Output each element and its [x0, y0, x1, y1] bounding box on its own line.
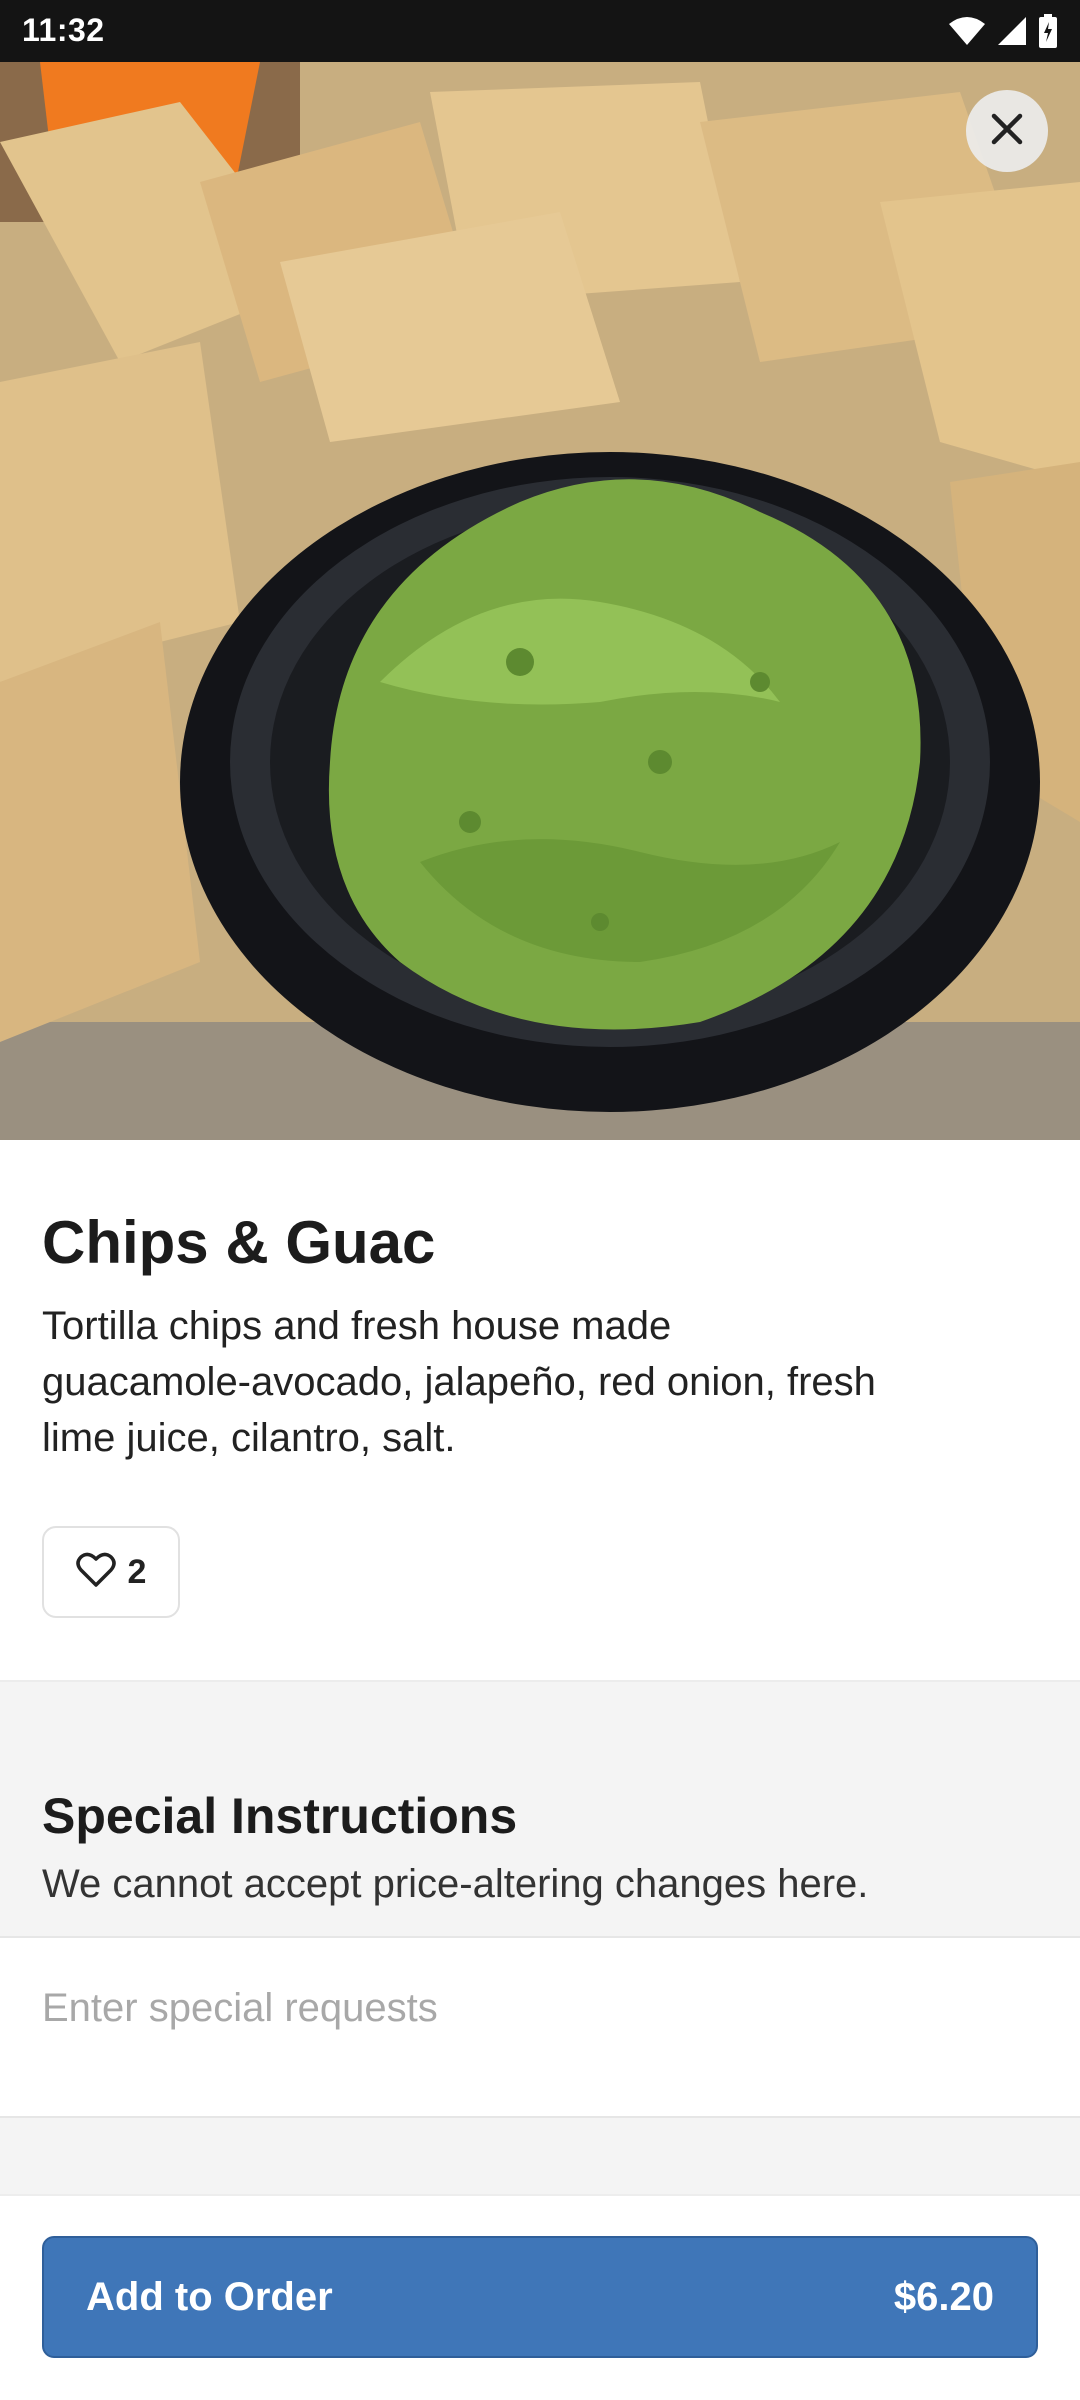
like-button[interactable]: 2: [42, 1526, 180, 1618]
special-instructions-note: We cannot accept price-altering changes …: [42, 1862, 869, 1906]
add-to-order-label: Add to Order: [86, 2274, 333, 2319]
wifi-icon: [948, 16, 986, 46]
special-instructions-section: Special Instructions We cannot accept pr…: [0, 1680, 1080, 1936]
battery-icon: [1038, 14, 1058, 48]
price-label: $6.20: [893, 2274, 994, 2319]
status-bar: 11:32: [0, 0, 1080, 62]
special-instructions-title: Special Instructions: [42, 1788, 518, 1844]
signal-icon: [996, 15, 1028, 47]
footer-bar: Add to Order $6.20: [0, 2194, 1080, 2400]
close-button[interactable]: [966, 90, 1048, 172]
item-description: Tortilla chips and fresh house made guac…: [42, 1304, 876, 1460]
heart-icon: [75, 1552, 116, 1593]
item-title: Chips & Guac: [42, 1209, 436, 1276]
like-count: 2: [127, 1552, 147, 1591]
item-photo: [0, 62, 1080, 1140]
status-time: 11:32: [22, 12, 105, 48]
section-divider: [0, 2118, 1080, 2194]
special-requests-input[interactable]: [42, 1968, 1038, 2048]
close-icon: [990, 112, 1024, 151]
status-icons: [948, 12, 1058, 50]
add-to-order-button[interactable]: Add to Order $6.20: [42, 2236, 1038, 2358]
special-requests-container: [0, 1936, 1080, 2118]
